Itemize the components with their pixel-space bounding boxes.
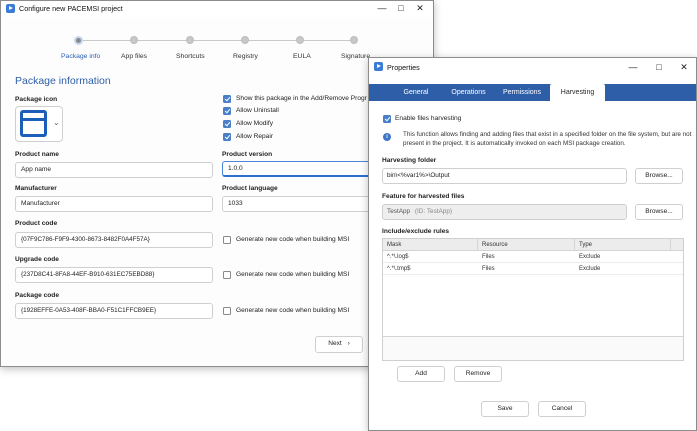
next-button-label: Next — [328, 340, 342, 347]
props-logo-icon — [374, 62, 383, 71]
enable-harvesting-label: Enable files harvesting — [395, 115, 462, 122]
remove-rule-button[interactable]: Remove — [454, 366, 502, 382]
allow-uninstall-checkbox[interactable] — [223, 107, 231, 115]
generate-package-code-checkbox[interactable] — [223, 307, 231, 315]
allow-modify-checkbox[interactable] — [223, 120, 231, 128]
main-titlebar: Configure new PACEMSI project — □ ✕ — [1, 1, 433, 17]
feature-browse-button[interactable]: Browse... — [635, 204, 683, 220]
allow-repair-label: Allow Repair — [236, 133, 274, 140]
column-mask[interactable]: Mask — [383, 239, 478, 251]
harvest-folder-input[interactable]: bin\<%var1%>\Output — [382, 168, 627, 184]
product-name-label: Product name — [15, 151, 59, 158]
upgrade-code-label: Upgrade code — [15, 256, 59, 263]
rules-grid-footer — [383, 336, 683, 360]
row-mask: ^.*\.tmp$ — [387, 266, 411, 272]
enable-harvesting-checkbox[interactable] — [383, 115, 391, 123]
tab-permissions[interactable]: Permissions — [495, 84, 549, 101]
tab-harvesting[interactable]: Harvesting — [550, 84, 605, 101]
info-icon: i — [383, 133, 391, 141]
cancel-button[interactable]: Cancel — [538, 401, 586, 417]
harvesting-info-text: This function allows finding and adding … — [403, 131, 692, 147]
props-minimize-icon[interactable]: — — [627, 62, 639, 73]
step-dot-eula[interactable] — [296, 36, 304, 44]
chevron-right-icon: › — [347, 340, 350, 347]
harvest-folder-browse-button[interactable]: Browse... — [635, 168, 683, 184]
maximize-icon[interactable]: □ — [395, 3, 407, 14]
allow-uninstall-label: Allow Uninstall — [236, 107, 279, 114]
step-dot-package-info[interactable] — [74, 35, 83, 45]
props-titlebar: Properties — □ ✕ — [369, 58, 696, 76]
package-code-label: Package code — [15, 292, 59, 299]
row-resource: Files — [482, 266, 495, 272]
step-label-shortcuts[interactable]: Shortcuts — [176, 53, 205, 60]
minimize-icon[interactable]: — — [376, 3, 388, 14]
show-in-add-remove-label: Show this package in the Add/Remove Prog… — [236, 95, 367, 102]
chevron-down-icon[interactable]: ⌄ — [53, 118, 60, 127]
feature-input[interactable]: TestApp (ID: TestApp) — [382, 204, 627, 220]
step-label-package-info[interactable]: Package info — [61, 53, 100, 60]
main-window-title: Configure new PACEMSI project — [19, 4, 123, 13]
step-label-registry[interactable]: Registry — [233, 53, 258, 60]
product-language-label: Product language — [222, 185, 278, 192]
generate-upgrade-code-label: Generate new code when building MSI — [236, 271, 350, 278]
rules-grid: Mask Resource Type ^.*\.log$ Files Exclu… — [382, 238, 684, 361]
rules-label: Include/exclude rules — [382, 228, 450, 235]
row-resource: Files — [482, 254, 495, 260]
rules-grid-header: Mask Resource Type — [383, 239, 683, 251]
product-version-label: Product version — [222, 151, 273, 158]
package-icon-label: Package icon — [15, 96, 58, 103]
props-tabbar: General Operations Permissions Harvestin… — [369, 84, 696, 101]
save-button[interactable]: Save — [481, 401, 529, 417]
step-dot-signature[interactable] — [350, 36, 358, 44]
manufacturer-input[interactable]: Manufacturer — [15, 196, 213, 212]
step-dot-app-files[interactable] — [130, 36, 138, 44]
props-window-title: Properties — [387, 63, 420, 72]
upgrade-code-input[interactable]: {237D8C41-8FA8-44EF-B910-631EC75EBD88} — [15, 267, 213, 283]
properties-window: Properties — □ ✕ General Operations Perm… — [368, 57, 697, 431]
product-version-input[interactable]: 1.0.0 — [222, 161, 378, 177]
generate-package-code-label: Generate new code when building MSI — [236, 307, 350, 314]
props-maximize-icon[interactable]: □ — [653, 62, 665, 73]
add-rule-button[interactable]: Add — [397, 366, 445, 382]
product-language-input[interactable]: 1033 — [222, 196, 378, 212]
feature-label: Feature for harvested files — [382, 193, 465, 200]
product-code-input[interactable]: {07F9C786-F9F9-4300-8673-8482F0A4F57A} — [15, 232, 213, 248]
table-row[interactable]: ^.*\.log$ Files Exclude — [383, 252, 683, 263]
package-box-icon — [20, 110, 47, 137]
generate-product-code-label: Generate new code when building MSI — [236, 236, 350, 243]
column-type[interactable]: Type — [575, 239, 671, 251]
step-label-eula[interactable]: EULA — [293, 53, 311, 60]
step-dot-shortcuts[interactable] — [186, 36, 194, 44]
manufacturer-label: Manufacturer — [15, 185, 57, 192]
package-code-input[interactable]: {1928EFFE-0A53-408F-BBA0-F51C1FFCB9EE} — [15, 303, 213, 319]
step-label-signature[interactable]: Signature — [341, 53, 370, 60]
row-mask: ^.*\.log$ — [387, 254, 409, 260]
allow-modify-label: Allow Modify — [236, 120, 274, 127]
column-resource[interactable]: Resource — [478, 239, 575, 251]
product-code-label: Product code — [15, 220, 58, 227]
allow-repair-checkbox[interactable] — [223, 133, 231, 141]
steps-progress-line — [79, 40, 354, 41]
close-icon[interactable]: ✕ — [414, 3, 426, 14]
props-close-icon[interactable]: ✕ — [678, 62, 690, 73]
row-type: Exclude — [579, 266, 601, 272]
product-name-input[interactable]: App name — [15, 162, 213, 178]
row-type: Exclude — [579, 254, 601, 260]
generate-upgrade-code-checkbox[interactable] — [223, 271, 231, 279]
step-label-app-files[interactable]: App files — [121, 53, 147, 60]
tab-operations[interactable]: Operations — [441, 84, 496, 101]
app-logo-icon — [6, 4, 15, 13]
tab-general[interactable]: General — [389, 84, 443, 101]
section-title: Package information — [15, 75, 111, 87]
package-icon-picker[interactable]: ⌄ — [15, 106, 63, 142]
step-dot-registry[interactable] — [241, 36, 249, 44]
harvest-folder-label: Harvesting folder — [382, 157, 437, 164]
show-in-add-remove-checkbox[interactable] — [223, 95, 231, 103]
table-row[interactable]: ^.*\.tmp$ Files Exclude — [383, 264, 683, 275]
next-button[interactable]: Next › — [315, 336, 363, 353]
generate-product-code-checkbox[interactable] — [223, 236, 231, 244]
feature-id: (ID: TestApp) — [414, 208, 453, 215]
feature-value: TestApp — [387, 208, 411, 215]
